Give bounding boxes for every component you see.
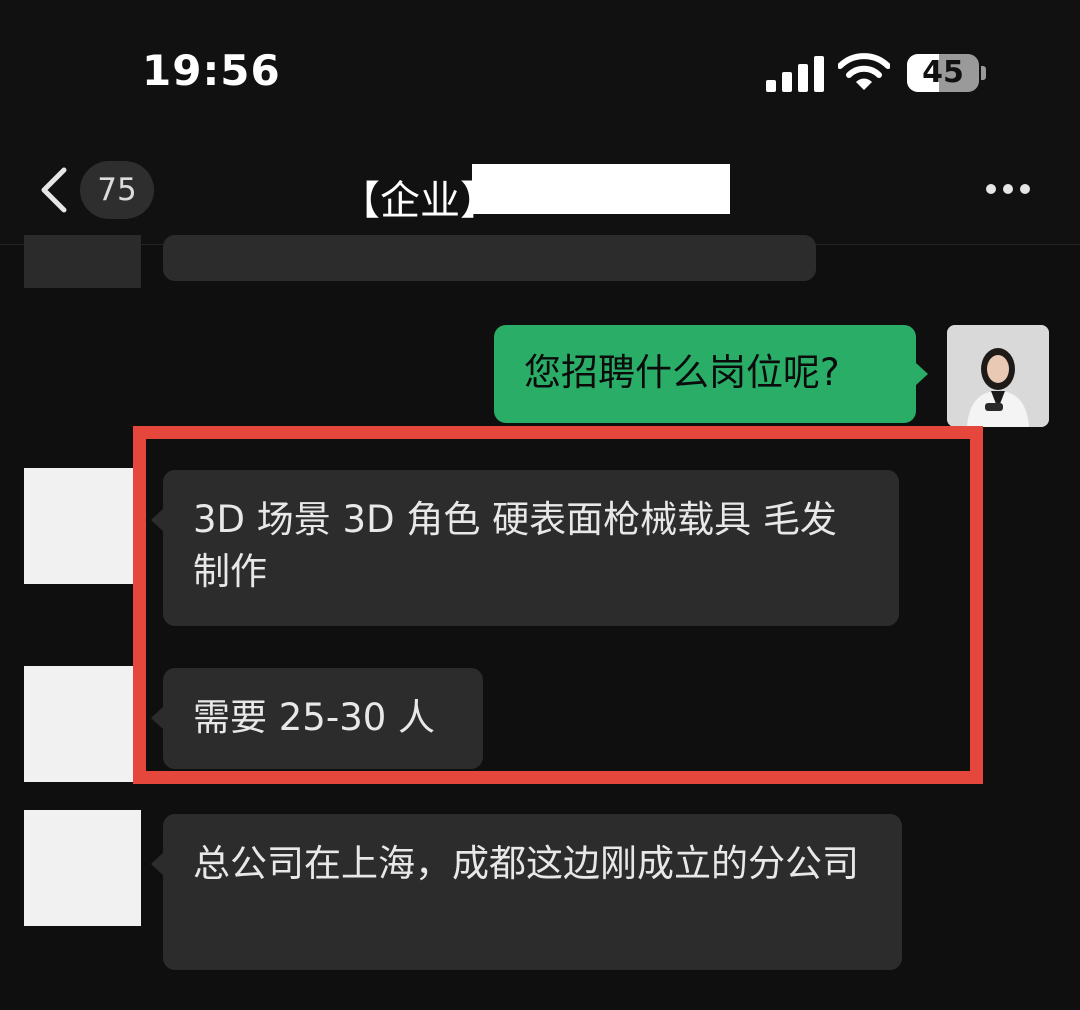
highlight-annotation-box bbox=[133, 426, 983, 784]
message-text: 您招聘什么岗位呢? bbox=[524, 351, 840, 394]
sender-avatar[interactable] bbox=[24, 235, 141, 288]
cellular-signal-icon bbox=[766, 56, 824, 92]
battery-percent: 45 bbox=[922, 55, 964, 90]
back-chevron-icon[interactable] bbox=[36, 166, 72, 214]
message-text: 总公司在上海，成都这边刚成立的分公司 bbox=[193, 842, 859, 885]
bubble-tail bbox=[916, 363, 928, 385]
battery-tip bbox=[981, 66, 986, 80]
message-bubble-partial[interactable] bbox=[163, 235, 816, 281]
redacted-name-block bbox=[472, 164, 730, 214]
sender-avatar[interactable] bbox=[24, 468, 141, 584]
status-time: 19:56 bbox=[142, 46, 281, 95]
sender-avatar[interactable] bbox=[24, 810, 141, 926]
message-bubble-incoming[interactable]: 总公司在上海，成都这边刚成立的分公司 bbox=[163, 814, 902, 970]
status-bar: 19:56 45 bbox=[0, 0, 1080, 140]
message-bubble-outgoing[interactable]: 您招聘什么岗位呢? bbox=[494, 325, 916, 423]
more-options-icon[interactable] bbox=[984, 182, 1032, 196]
unread-count-badge[interactable]: 75 bbox=[80, 161, 154, 219]
sender-avatar[interactable] bbox=[24, 666, 141, 782]
message-list[interactable]: 您招聘什么岗位呢? 3D 场景 3D 角色 硬表面枪械载具 毛发制作 需要 25… bbox=[0, 235, 1080, 1010]
my-avatar[interactable] bbox=[947, 325, 1049, 427]
battery-icon: 45 bbox=[907, 54, 979, 92]
bubble-tail bbox=[151, 853, 163, 875]
chat-header: 75 【企业】 bbox=[0, 140, 1080, 245]
avatar-portrait-image bbox=[947, 325, 1049, 427]
wifi-icon bbox=[838, 53, 890, 90]
